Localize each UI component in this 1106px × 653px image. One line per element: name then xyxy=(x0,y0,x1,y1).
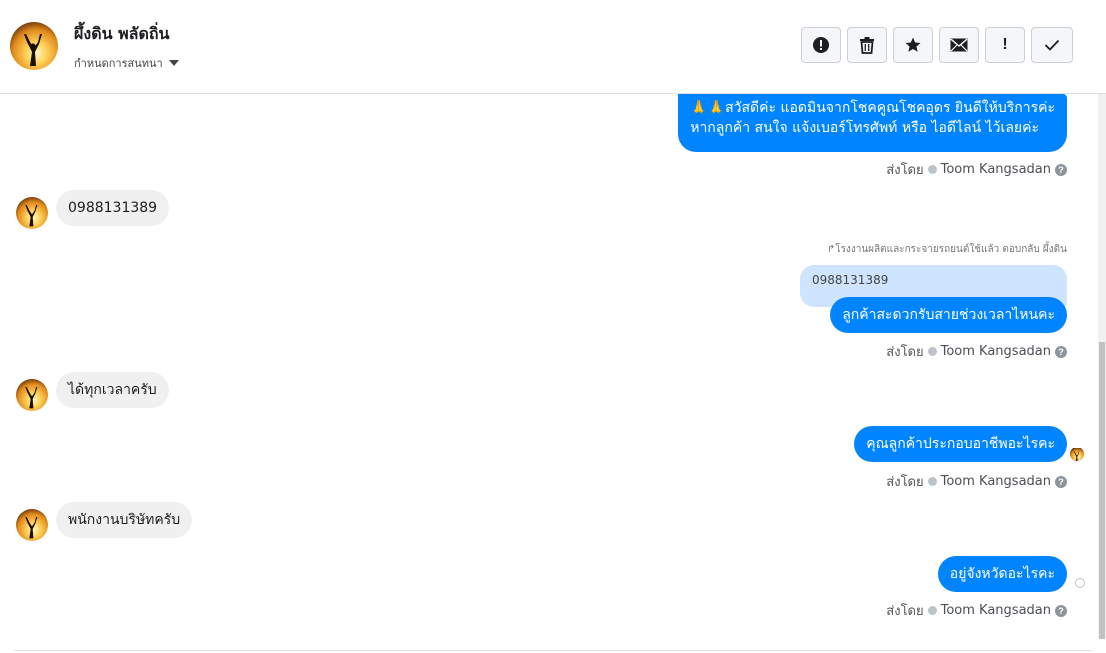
contact-name: ผึ้งดิน พลัดถิ่น xyxy=(74,24,170,43)
message-text-line: 🙏🙏สวัสดีค่ะ แอดมินจากโชคคูณโชคอุดร ยินดี… xyxy=(690,100,1055,116)
contact-avatar-small[interactable] xyxy=(16,379,48,411)
sent-by-info: ส่งโดย Toom Kangsadan ? xyxy=(886,341,1067,362)
sent-by-prefix: ส่งโดย xyxy=(886,604,924,619)
sent-status-icon xyxy=(1075,578,1085,588)
reply-note: ↱โรงงานผลิตและกระจายรถยนต์ใช้แล้ว ตอบกลั… xyxy=(826,244,1067,255)
outgoing-message[interactable]: 🙏🙏สวัสดีค่ะ แอดมินจากโชคคูณโชคอุดร ยินดี… xyxy=(678,94,1067,152)
help-icon[interactable]: ? xyxy=(1055,163,1067,176)
contact-avatar-small[interactable] xyxy=(16,197,48,229)
seen-avatar xyxy=(1070,447,1084,461)
help-icon[interactable]: ? xyxy=(1055,475,1067,488)
mark-spam-button[interactable] xyxy=(801,27,841,63)
composer-divider xyxy=(14,650,1092,651)
mark-unread-button[interactable] xyxy=(939,27,979,63)
thread-scrollbar[interactable] xyxy=(1098,94,1106,639)
checkmark-icon xyxy=(1044,39,1060,51)
page-badge-icon xyxy=(927,606,937,615)
help-icon[interactable]: ? xyxy=(1055,604,1067,617)
contact-avatar[interactable] xyxy=(10,22,58,70)
schedule-label: กำหนดการสนทนา xyxy=(74,57,163,70)
incoming-message[interactable]: 0988131389 xyxy=(56,190,170,226)
agent-name[interactable]: Toom Kangsadan xyxy=(941,603,1051,618)
page-badge-icon xyxy=(927,347,937,356)
alert-circle-icon xyxy=(813,37,829,53)
star-icon xyxy=(905,37,921,52)
outgoing-message[interactable]: ลูกค้าสะดวกรับสายช่วงเวลาไหนคะ xyxy=(830,297,1067,333)
message-text-line: หากลูกค้า สนใจ แจ้งเบอร์โทรศัพท์ หรือ ไอ… xyxy=(690,120,1039,136)
page-badge-icon xyxy=(927,165,937,174)
sent-by-prefix: ส่งโดย xyxy=(886,163,924,178)
sent-by-info: ส่งโดย Toom Kangsadan ? xyxy=(886,471,1067,492)
sent-by-prefix: ส่งโดย xyxy=(886,475,924,490)
help-icon[interactable]: ? xyxy=(1055,345,1067,358)
mark-done-button[interactable] xyxy=(1031,27,1073,63)
caret-down-icon xyxy=(168,60,179,66)
message-thread[interactable]: 🙏🙏สวัสดีค่ะ แอดมินจากโชคคูณโชคอุดร ยินดี… xyxy=(0,94,1106,651)
contact-avatar-small[interactable] xyxy=(16,509,48,541)
incoming-message[interactable]: พนักงานบริษัทครับ xyxy=(56,502,193,538)
outgoing-message[interactable]: คุณลูกค้าประกอบอาชีพอะไรคะ xyxy=(854,426,1067,462)
agent-name[interactable]: Toom Kangsadan xyxy=(941,344,1051,359)
scrollbar-thumb[interactable] xyxy=(1099,342,1105,639)
agent-name[interactable]: Toom Kangsadan xyxy=(941,162,1051,177)
conversation-header: ผึ้งดิน พลัดถิ่น กำหนดการสนทนา ! xyxy=(0,0,1106,94)
sent-by-prefix: ส่งโดย xyxy=(886,345,924,360)
incoming-message[interactable]: ได้ทุกเวลาครับ xyxy=(56,372,169,408)
agent-name[interactable]: Toom Kangsadan xyxy=(941,474,1051,489)
delete-button[interactable] xyxy=(847,27,887,63)
exclamation-icon: ! xyxy=(1002,36,1008,53)
page-badge-icon xyxy=(927,477,937,486)
conversation-toolbar: ! xyxy=(801,27,1073,63)
trash-icon xyxy=(860,37,874,54)
envelope-icon xyxy=(950,38,968,52)
mark-important-button[interactable]: ! xyxy=(985,27,1025,63)
star-button[interactable] xyxy=(893,27,933,63)
sent-by-info: ส่งโดย Toom Kangsadan ? xyxy=(886,159,1067,180)
outgoing-message[interactable]: อยู่จังหวัดอะไรคะ xyxy=(937,556,1067,592)
sent-by-info: ส่งโดย Toom Kangsadan ? xyxy=(886,600,1067,621)
conversation-schedule-dropdown[interactable]: กำหนดการสนทนา xyxy=(74,54,179,72)
